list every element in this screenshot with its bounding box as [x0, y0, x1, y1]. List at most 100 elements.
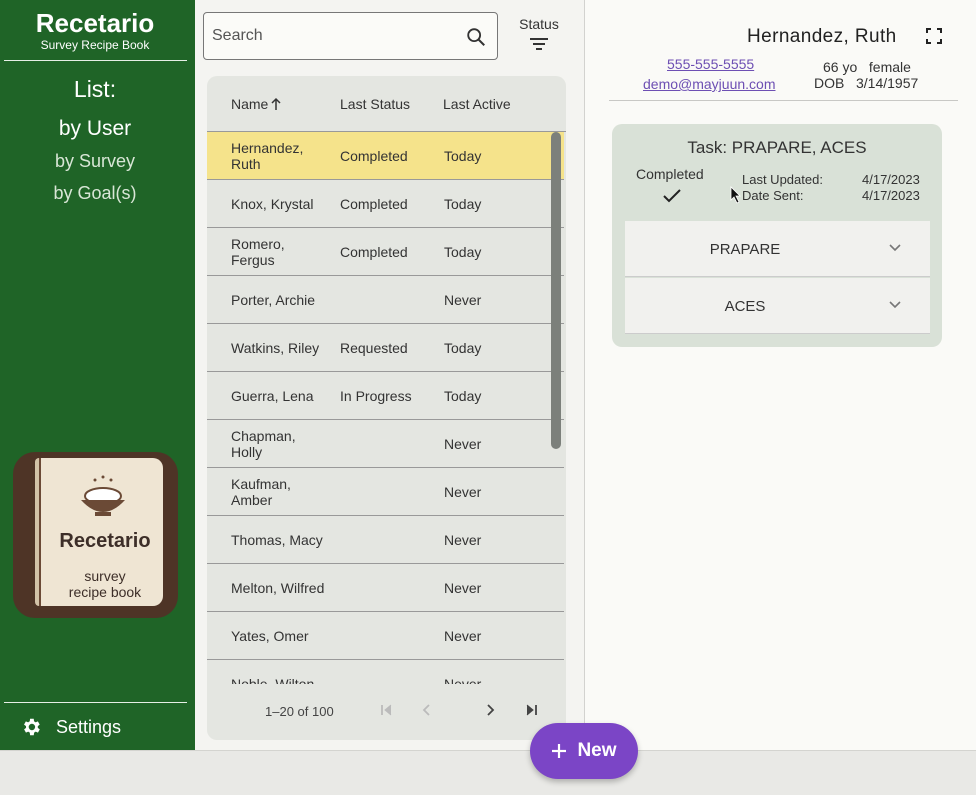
cell-name: Watkins, Riley [231, 340, 320, 356]
cell-status: Requested [340, 340, 408, 356]
header-last-active[interactable]: Last Active [443, 96, 511, 112]
table-row[interactable]: Chapman, Holly Never [207, 420, 564, 468]
cell-name: Melton, Wilfred [231, 580, 325, 596]
patient-name: Hernandez, Ruth [747, 26, 897, 47]
patient-age-sex: 66 yo female [823, 59, 911, 75]
cell-active: Never [444, 436, 482, 452]
table-row[interactable]: Porter, Archie Never [207, 276, 564, 324]
list-heading: List: [73, 76, 117, 102]
table-row[interactable]: Knox, Krystal Completed Today [207, 180, 564, 228]
cell-status: Completed [340, 148, 408, 164]
cell-status [340, 516, 438, 564]
search-input[interactable]: Search [203, 12, 498, 60]
nav-by-user[interactable]: by User [0, 117, 190, 141]
logo-subtitle: survey recipe book [41, 568, 169, 600]
search-icon[interactable] [465, 26, 487, 48]
table-row[interactable]: Yates, Omer Never [207, 612, 564, 660]
cell-active: Today [444, 340, 482, 356]
date-sent-label: Date Sent: [742, 188, 804, 203]
table-row[interactable]: Romero, Fergus Completed Today [207, 228, 564, 276]
mouse-cursor-icon [730, 186, 741, 204]
header-name[interactable]: Name [231, 96, 282, 112]
table-row[interactable]: Watkins, Riley Requested Today [207, 324, 564, 372]
cell-name: Chapman, Holly [231, 428, 296, 460]
table-row[interactable]: Melton, Wilfred Never [207, 564, 564, 612]
patient-phone-link[interactable]: 555-555-5555 [667, 56, 754, 72]
detail-divider [609, 100, 958, 101]
header-last-status[interactable]: Last Status [340, 96, 410, 112]
table-row[interactable]: Guerra, Lena In Progress Today [207, 372, 564, 420]
header-name-label: Name [231, 96, 269, 112]
chevron-down-icon [889, 301, 901, 309]
cell-active: Never [444, 580, 482, 596]
brand: Recetario Survey Recipe Book [0, 8, 190, 52]
logo-spine [39, 458, 41, 606]
survey-accordion-prapare[interactable]: PRAPARE [625, 221, 930, 277]
date-sent-value: 4/17/2023 [862, 188, 920, 203]
sidebar: Recetario Survey Recipe Book List: by Us… [0, 0, 195, 750]
pagination-range: 1–20 of 100 [265, 704, 334, 719]
cell-status [340, 612, 438, 660]
table-row[interactable]: Hernandez, Ruth Completed Today [207, 132, 564, 180]
recetario-logo: Recetario survey recipe book [13, 452, 178, 618]
cell-status [340, 660, 438, 684]
accordion-label: ACES [724, 298, 766, 315]
logo-book: Recetario survey recipe book [35, 458, 163, 606]
survey-accordion-aces[interactable]: ACES [625, 278, 930, 334]
cell-status: Completed [340, 196, 408, 212]
status-filter-button[interactable]: Status [516, 16, 562, 52]
logo-sub-line-2: recipe book [68, 584, 142, 600]
cell-status [340, 276, 438, 324]
filter-icon [530, 38, 548, 50]
last-page-icon[interactable] [523, 702, 539, 718]
settings-button[interactable]: Settings [20, 716, 121, 738]
task-title: Task: PRAPARE, ACES [687, 138, 867, 157]
cell-active: Never [444, 532, 482, 548]
patient-detail-panel: Hernandez, Ruth 555-555-5555 demo@mayjuu… [585, 0, 976, 750]
cell-active: Never [444, 628, 482, 644]
cell-active: Today [444, 244, 482, 260]
plus-icon [552, 744, 567, 758]
table-row[interactable]: Kaufman, Amber Never [207, 468, 564, 516]
settings-label: Settings [56, 716, 122, 737]
sort-arrow-up-icon [271, 97, 281, 110]
logo-sub-line-1: survey [84, 568, 126, 584]
table-scrollbar[interactable] [551, 132, 561, 449]
paginator: 1–20 of 100 [207, 684, 566, 740]
logo-title: Recetario [59, 530, 151, 552]
nav-by-goals[interactable]: by Goal(s) [0, 183, 190, 204]
fullscreen-icon[interactable] [926, 28, 942, 44]
cell-name: Porter, Archie [231, 292, 316, 308]
cell-active: Never [444, 484, 482, 500]
table-row[interactable]: Noble, Wilton Never [207, 660, 564, 684]
cell-name: Knox, Krystal [231, 196, 314, 212]
new-button-label: New [577, 740, 617, 761]
last-updated-value: 4/17/2023 [862, 172, 920, 187]
brand-subtitle: Survey Recipe Book [40, 38, 150, 52]
previous-page-icon[interactable] [419, 702, 435, 718]
cell-status [340, 468, 438, 516]
brand-title: Recetario [35, 8, 155, 38]
cell-status: Completed [340, 244, 408, 260]
cell-active: Never [444, 292, 482, 308]
table-header: Name Last Status Last Active [207, 76, 566, 132]
nav-by-survey[interactable]: by Survey [0, 151, 190, 172]
sidebar-divider [4, 60, 187, 61]
patient-email-link[interactable]: demo@mayjuun.com [643, 76, 776, 92]
new-button[interactable]: New [530, 723, 638, 779]
checkmark-icon [663, 189, 681, 203]
cell-active: Today [444, 148, 482, 164]
cell-name: Thomas, Macy [231, 532, 323, 548]
bottom-bar [0, 750, 976, 795]
last-updated-label: Last Updated: [742, 172, 823, 187]
chevron-down-icon [889, 244, 901, 252]
patient-dob: DOB 3/14/1957 [814, 75, 919, 91]
cell-status [340, 564, 438, 612]
table-row[interactable]: Thomas, Macy Never [207, 516, 564, 564]
cell-active: Today [444, 388, 482, 404]
cell-name: Romero, Fergus [231, 236, 285, 268]
next-page-icon[interactable] [482, 702, 498, 718]
cell-name: Guerra, Lena [231, 388, 314, 404]
first-page-icon[interactable] [379, 702, 395, 718]
cell-active: Today [444, 196, 482, 212]
